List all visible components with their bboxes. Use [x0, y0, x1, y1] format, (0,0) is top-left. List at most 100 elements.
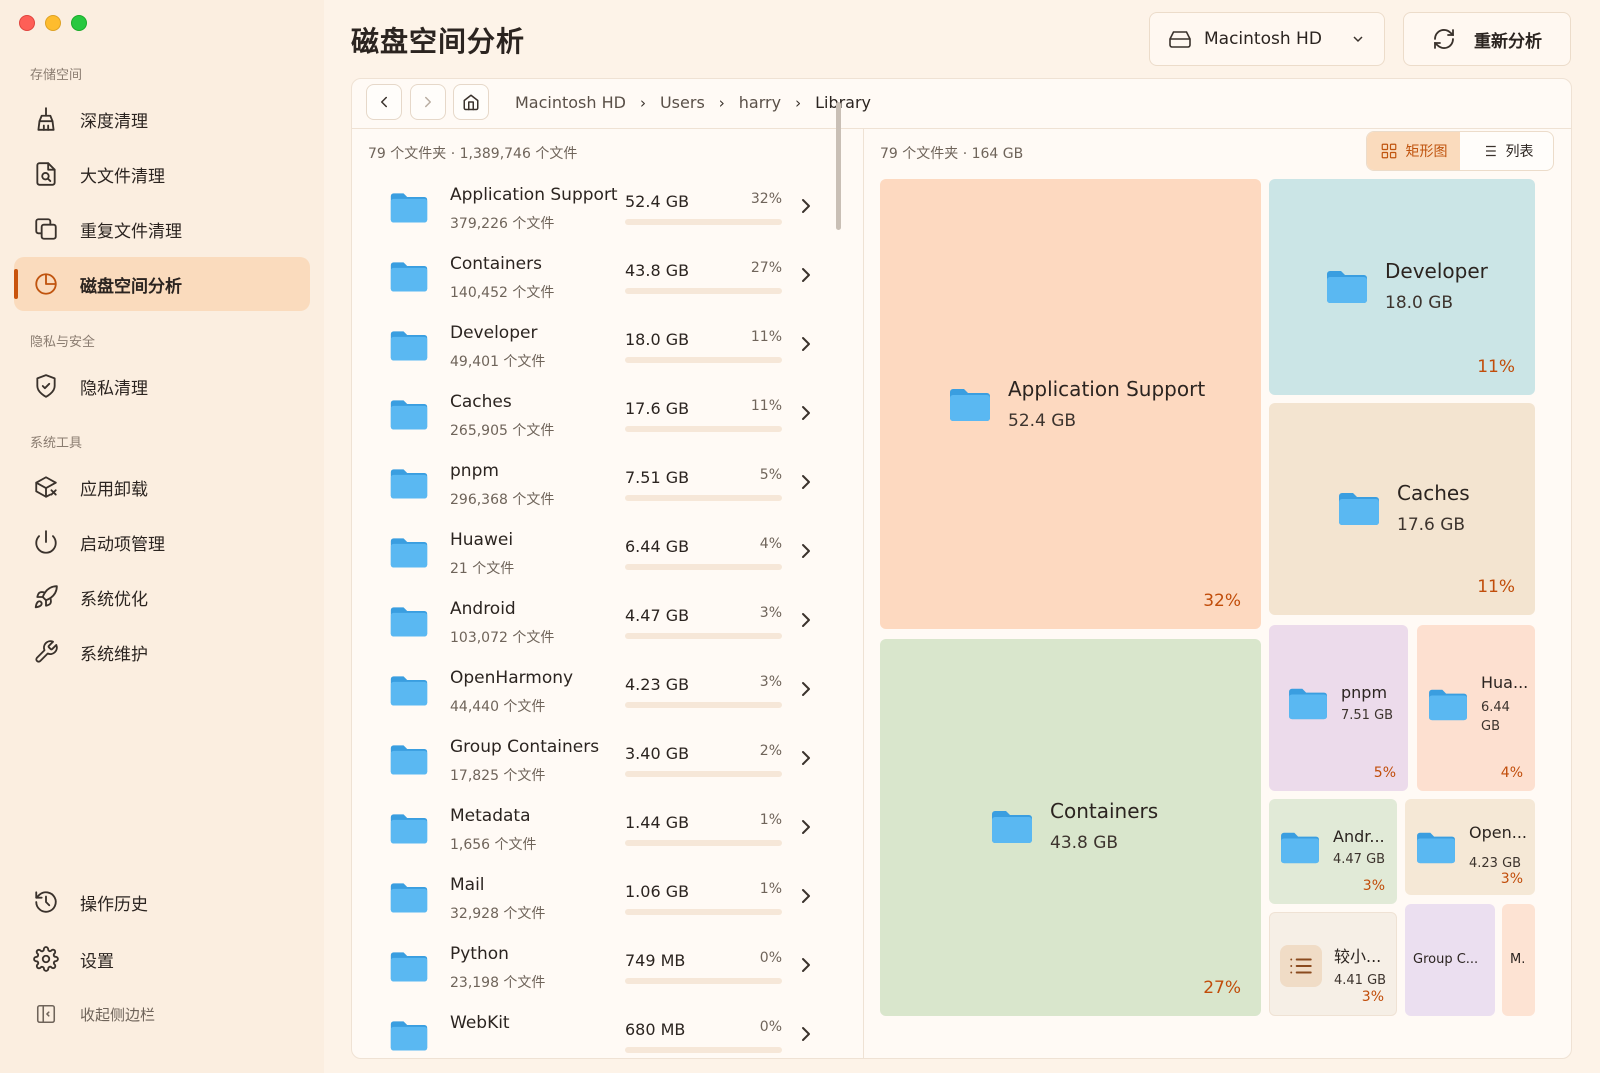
chevron-right-icon[interactable] — [798, 818, 814, 836]
tile-size: 17.6 GB — [1397, 515, 1466, 535]
treemap-tile-pnpm[interactable]: pnpm 7.51 GB 5% — [1269, 625, 1408, 791]
treemap-tile-containers[interactable]: Containers 43.8 GB 27% — [880, 639, 1261, 1016]
zoom-window-button[interactable] — [71, 15, 87, 31]
treemap-tile-group-containers[interactable]: Group C... — [1405, 904, 1495, 1016]
folder-size: 3.40 GB — [625, 744, 690, 763]
folder-row[interactable]: Group Containers 17,825 个文件 3.40 GB 2% — [368, 729, 838, 799]
folder-icon — [1287, 685, 1329, 721]
folder-row[interactable]: Caches 265,905 个文件 17.6 GB 11% — [368, 384, 838, 454]
minimize-window-button[interactable] — [45, 15, 61, 31]
folder-row[interactable]: WebKit 680 MB 0% — [368, 1005, 838, 1058]
chevron-right-icon[interactable] — [798, 956, 814, 974]
sidebar-item-optimize[interactable]: 系统优化 — [14, 570, 310, 624]
tile-size: 4.41 GB — [1334, 973, 1387, 988]
chevron-right-icon[interactable] — [798, 266, 814, 284]
folder-row[interactable]: Huawei 21 个文件 6.44 GB 4% — [368, 522, 838, 592]
tile-size: 52.4 GB — [1008, 411, 1077, 431]
disk-selector[interactable]: Macintosh HD — [1149, 12, 1385, 66]
chevron-right-icon[interactable] — [798, 542, 814, 560]
treemap-view-button[interactable]: 矩形图 — [1367, 132, 1460, 170]
sidebar-item-history[interactable]: 操作历史 — [14, 875, 310, 929]
home-icon — [463, 94, 479, 111]
path-toolbar: Macintosh HD › Users › harry › Library — [352, 79, 1571, 129]
folder-size: 7.51 GB — [625, 468, 690, 487]
section-title-privacy: 隐私与安全 — [30, 335, 96, 350]
forward-button[interactable] — [410, 84, 446, 120]
sidebar-item-duplicates[interactable]: 重复文件清理 — [14, 202, 310, 256]
sidebar-item-label: 操作历史 — [80, 894, 148, 915]
list-icon — [1280, 944, 1322, 987]
breadcrumb-item[interactable]: Macintosh HD — [515, 93, 626, 112]
sidebar-item-startup[interactable]: 启动项管理 — [14, 515, 310, 569]
sidebar-item-deep-clean[interactable]: 深度清理 — [14, 92, 310, 146]
sidebar-item-maintenance[interactable]: 系统维护 — [14, 625, 310, 679]
treemap-tile-caches[interactable]: Caches 17.6 GB 11% — [1269, 403, 1535, 615]
section-title-storage: 存储空间 — [30, 68, 83, 83]
folder-row[interactable]: Developer 49,401 个文件 18.0 GB 11% — [368, 315, 838, 385]
chevron-right-icon[interactable] — [798, 1025, 814, 1043]
sidebar-item-settings[interactable]: 设置 — [14, 932, 310, 986]
treemap-tile-openharmony[interactable]: Open... 4.23 GB 3% — [1405, 799, 1535, 895]
folder-row[interactable]: Metadata 1,656 个文件 1.44 GB 1% — [368, 798, 838, 868]
treemap-tile-m[interactable]: M. — [1502, 904, 1535, 1016]
folder-list-scrollbar[interactable] — [836, 102, 841, 230]
folder-file-count: 1,656 个文件 — [450, 837, 537, 853]
folder-row[interactable]: Application Support 379,226 个文件 52.4 GB 32% — [368, 177, 838, 247]
tile-name: Group C... — [1413, 952, 1479, 967]
treemap-tile-android[interactable]: Andr... 4.47 GB 3% — [1269, 799, 1397, 904]
folder-file-count: 140,452 个文件 — [450, 285, 555, 301]
chevron-right-icon[interactable] — [798, 611, 814, 629]
breadcrumb-item[interactable]: harry — [739, 93, 781, 112]
chevron-right-icon[interactable] — [798, 404, 814, 422]
folder-row[interactable]: Android 103,072 个文件 4.47 GB 3% — [368, 591, 838, 661]
treemap-tile-developer[interactable]: Developer 18.0 GB 11% — [1269, 179, 1535, 395]
folder-size: 4.23 GB — [625, 675, 690, 694]
folder-size: 18.0 GB — [625, 330, 690, 349]
sidebar-item-uninstall[interactable]: 应用卸载 — [14, 460, 310, 514]
treemap-tile-application-support[interactable]: Application Support 52.4 GB 32% — [880, 179, 1261, 629]
treemap-tile-huawei[interactable]: Hua... 6.44 GB 4% — [1417, 625, 1535, 791]
sidebar-item-label: 启动项管理 — [80, 534, 165, 555]
shield-check-icon — [32, 372, 60, 400]
tile-percent: 3% — [1500, 871, 1523, 887]
treemap-summary: 79 个文件夹 · 164 GB — [880, 146, 1024, 162]
close-window-button[interactable] — [19, 15, 35, 31]
reanalyze-button[interactable]: 重新分析 — [1403, 12, 1571, 66]
folder-file-count: 21 个文件 — [450, 561, 515, 577]
folder-row[interactable]: Containers 140,452 个文件 43.8 GB 27% — [368, 246, 838, 316]
breadcrumb-item[interactable]: Users — [660, 93, 705, 112]
chevron-right-icon[interactable] — [798, 749, 814, 767]
sidebar-item-disk-analysis[interactable]: 磁盘空间分析 — [14, 257, 310, 311]
chevron-right-icon[interactable] — [798, 680, 814, 698]
folder-size: 1.06 GB — [625, 882, 690, 901]
sidebar-item-large-files[interactable]: 大文件清理 — [14, 147, 310, 201]
folder-percent: 11% — [750, 398, 782, 414]
list-view-button[interactable]: 列表 — [1460, 132, 1553, 170]
chevron-right-icon[interactable] — [798, 335, 814, 353]
collapse-sidebar-button[interactable]: 收起侧边栏 — [14, 987, 310, 1041]
page-title: 磁盘空间分析 — [351, 25, 526, 58]
sidebar-item-privacy-clean[interactable]: 隐私清理 — [14, 359, 310, 413]
treemap-tile-smaller-items[interactable]: 较小... 4.41 GB 3% — [1269, 912, 1397, 1016]
sidebar-item-label: 磁盘空间分析 — [80, 276, 182, 297]
folder-row[interactable]: pnpm 296,368 个文件 7.51 GB 5% — [368, 453, 838, 523]
tile-name: Containers — [1050, 799, 1159, 823]
folder-row[interactable]: OpenHarmony 44,440 个文件 4.23 GB 3% — [368, 660, 838, 730]
tile-name: Caches — [1397, 481, 1470, 505]
chevron-right-icon[interactable] — [798, 887, 814, 905]
folder-file-count: 379,226 个文件 — [450, 216, 555, 232]
folder-row[interactable]: Python 23,198 个文件 749 MB 0% — [368, 936, 838, 1006]
folder-percent: 3% — [759, 674, 782, 690]
back-button[interactable] — [366, 84, 402, 120]
sidebar-item-label: 应用卸载 — [80, 479, 148, 500]
folder-name: Metadata — [450, 806, 531, 826]
chevron-right-icon[interactable] — [798, 197, 814, 215]
treemap-view-label: 矩形图 — [1405, 144, 1448, 160]
folder-icon — [1337, 489, 1381, 527]
chevron-right-icon — [425, 96, 431, 108]
chevron-right-icon[interactable] — [798, 473, 814, 491]
folder-name: Mail — [450, 875, 485, 895]
folder-row[interactable]: Mail 32,928 个文件 1.06 GB 1% — [368, 867, 838, 937]
home-button[interactable] — [453, 84, 489, 120]
breadcrumb-separator-icon: › — [795, 93, 802, 112]
